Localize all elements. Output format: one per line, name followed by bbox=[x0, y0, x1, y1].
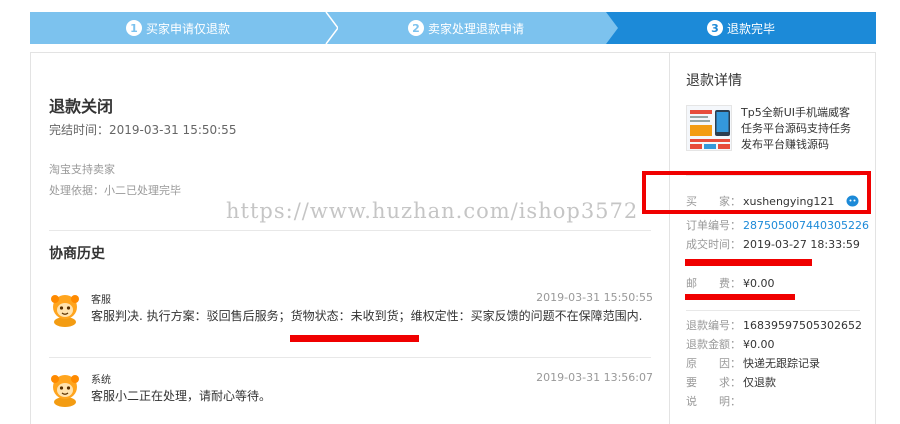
red-redaction-bar bbox=[685, 259, 812, 266]
step-1: 1 买家申请仅退款 bbox=[30, 12, 326, 44]
refund-progress-steps: 1 买家申请仅退款 2 卖家处理退款申请 3 退款完毕 bbox=[30, 12, 876, 44]
watermark: https://www.huzhan.com/ishop3572 bbox=[226, 199, 639, 223]
history-message: 客服 2019-03-31 15:50:55 客服判决. 执行方案：驳回售后服务… bbox=[49, 291, 653, 355]
postage-label: 邮 费： bbox=[686, 277, 741, 290]
refund-number-row: 退款编号： 16839597505302652 bbox=[686, 317, 862, 333]
support-note: 淘宝支持卖家 bbox=[49, 163, 115, 176]
step-3: 3 退款完毕 bbox=[606, 12, 876, 44]
step-2: 2 卖家处理退款申请 bbox=[326, 12, 606, 44]
deal-time-row: 成交时间： 2019-03-27 18:33:59 bbox=[686, 236, 860, 252]
message-sender: 系统 bbox=[91, 375, 111, 386]
explanation-row: 说 明： bbox=[686, 393, 743, 409]
refund-amount-value: ¥0.00 bbox=[743, 338, 775, 351]
refund-detail-title: 退款详情 bbox=[686, 73, 742, 89]
refund-number-value: 16839597505302652 bbox=[743, 319, 862, 332]
request-label: 要 求： bbox=[686, 376, 741, 389]
order-number-link[interactable]: 287505007440305226 bbox=[743, 219, 869, 232]
reason-label: 原 因： bbox=[686, 357, 741, 370]
divider bbox=[49, 230, 651, 231]
step-1-number: 1 bbox=[125, 20, 142, 36]
postage-row: 邮 费： ¥0.00 bbox=[686, 275, 775, 291]
refund-amount-row: 退款金额： ¥0.00 bbox=[686, 336, 775, 352]
finish-time: 完结时间：2019-03-31 15:50:55 bbox=[49, 123, 237, 137]
message-time: 2019-03-31 13:56:07 bbox=[536, 371, 653, 384]
request-value: 仅退款 bbox=[743, 376, 776, 389]
deal-time-label: 成交时间： bbox=[686, 238, 741, 251]
chevron-right-icon bbox=[314, 12, 338, 44]
message-text: 客服判决. 执行方案：驳回售后服务；货物状态：未收到货；维权定性：买家反馈的问题… bbox=[91, 309, 643, 323]
refund-status-panel: 退款关闭 完结时间：2019-03-31 15:50:55 淘宝支持卖家 处理依… bbox=[30, 52, 670, 424]
deal-time-value: 2019-03-27 18:33:59 bbox=[743, 238, 860, 251]
refund-number-label: 退款编号： bbox=[686, 319, 741, 332]
refund-amount-label: 退款金额： bbox=[686, 338, 741, 351]
reason-value: 快递无跟踪记录 bbox=[743, 357, 820, 370]
red-highlight-box bbox=[642, 171, 871, 214]
refund-status-title: 退款关闭 bbox=[49, 97, 114, 116]
avatar bbox=[51, 375, 79, 407]
order-number-row: 订单编号： 287505007440305226 bbox=[686, 217, 869, 233]
product-thumbnail[interactable] bbox=[686, 105, 732, 151]
product-image-icon bbox=[687, 106, 731, 150]
explanation-label: 说 明： bbox=[686, 395, 741, 408]
history-message: 系统 2019-03-31 13:56:07 客服小二正在处理，请耐心等待。 bbox=[49, 371, 653, 411]
handling-basis: 处理依据：小二已处理完毕 bbox=[49, 184, 181, 197]
red-underline-mark bbox=[290, 335, 419, 342]
step-2-label: 卖家处理退款申请 bbox=[427, 21, 524, 36]
red-redaction-bar bbox=[685, 294, 795, 300]
chevron-right-icon bbox=[594, 12, 618, 44]
divider bbox=[49, 357, 651, 358]
message-sender: 客服 bbox=[91, 295, 111, 306]
request-row: 要 求： 仅退款 bbox=[686, 374, 776, 390]
step-3-number: 3 bbox=[706, 20, 723, 36]
reason-row: 原 因： 快递无跟踪记录 bbox=[686, 355, 820, 371]
order-number-label: 订单编号： bbox=[686, 219, 741, 232]
step-2-number: 2 bbox=[407, 20, 424, 36]
postage-value: ¥0.00 bbox=[743, 277, 775, 290]
divider bbox=[686, 310, 860, 311]
message-time: 2019-03-31 15:50:55 bbox=[536, 291, 653, 304]
message-text: 客服小二正在处理，请耐心等待。 bbox=[91, 389, 272, 403]
negotiation-history-title: 协商历史 bbox=[49, 246, 105, 262]
step-1-label: 买家申请仅退款 bbox=[145, 21, 230, 36]
step-3-label: 退款完毕 bbox=[726, 21, 775, 36]
refund-detail-panel: 退款详情 Tp5全新UI手机端威客任务平台源码支持任务发布平台赚钱源码 买 家：… bbox=[670, 52, 876, 424]
product-name-link[interactable]: Tp5全新UI手机端威客任务平台源码支持任务发布平台赚钱源码 bbox=[741, 105, 853, 153]
avatar bbox=[51, 295, 79, 327]
